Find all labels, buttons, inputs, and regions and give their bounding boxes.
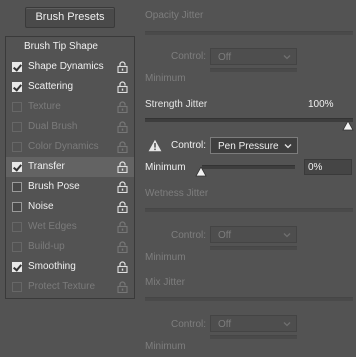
- list-item-protect-texture[interactable]: Protect Texture: [6, 277, 134, 297]
- strength-control-select[interactable]: Pen Pressure: [210, 137, 298, 154]
- checkbox[interactable]: [12, 202, 22, 212]
- lock-icon[interactable]: [117, 161, 128, 173]
- opacity-minimum-slider[interactable]: [210, 68, 297, 72]
- chevron-down-icon: [284, 144, 292, 149]
- opacity-control-label: Control:: [171, 51, 207, 62]
- list-item-label: Wet Edges: [28, 221, 77, 232]
- strength-control-label: Control:: [171, 140, 207, 151]
- list-item-label: Color Dynamics: [28, 141, 99, 152]
- lock-icon[interactable]: [117, 181, 128, 193]
- wetness-minimum-label: Minimum: [145, 252, 186, 263]
- list-item-label: Smoothing: [28, 261, 76, 272]
- checkbox[interactable]: [12, 222, 22, 232]
- list-item-label: Shape Dynamics: [28, 61, 104, 72]
- chevron-down-icon: [283, 55, 291, 60]
- wetness-control-label: Control:: [171, 230, 207, 241]
- wetness-jitter-slider[interactable]: [145, 208, 353, 212]
- mix-jitter-label: Mix Jitter: [145, 277, 185, 288]
- list-item-dual-brush[interactable]: Dual Brush: [6, 117, 134, 137]
- list-item-smoothing[interactable]: Smoothing: [6, 257, 134, 277]
- checkbox[interactable]: [12, 262, 22, 272]
- list-item-shape-dynamics[interactable]: Shape Dynamics: [6, 57, 134, 77]
- list-item-wet-edges[interactable]: Wet Edges: [6, 217, 134, 237]
- chevron-down-icon: [283, 322, 291, 327]
- list-item-brush-tip-shape[interactable]: Brush Tip Shape: [6, 37, 134, 57]
- opacity-control-value: Off: [218, 52, 232, 63]
- list-item-label: Protect Texture: [28, 281, 96, 292]
- list-item-scattering[interactable]: Scattering: [6, 77, 134, 97]
- checkbox[interactable]: [12, 142, 22, 152]
- brush-settings-panel: Brush Presets Brush Tip Shape Shape Dyna…: [0, 0, 356, 357]
- wetness-control-value: Off: [218, 230, 232, 241]
- list-item-brush-pose[interactable]: Brush Pose: [6, 177, 134, 197]
- list-item-transfer[interactable]: Transfer: [6, 157, 134, 177]
- lock-icon[interactable]: [117, 241, 128, 253]
- strength-jitter-value[interactable]: 100%: [308, 99, 334, 110]
- mix-control-value: Off: [218, 319, 232, 330]
- brush-options-list: Brush Tip Shape Shape Dynamics Scattering…: [5, 36, 135, 299]
- wetness-minimum-slider[interactable]: [210, 246, 297, 250]
- lock-icon[interactable]: [117, 121, 128, 133]
- mix-minimum-slider[interactable]: [210, 335, 297, 339]
- mix-control-select[interactable]: Off: [210, 315, 297, 332]
- checkbox[interactable]: [12, 282, 22, 292]
- checkbox[interactable]: [12, 62, 22, 72]
- wetness-jitter-label: Wetness Jitter: [145, 188, 209, 199]
- list-item-label: Brush Tip Shape: [24, 41, 98, 52]
- checkbox[interactable]: [12, 82, 22, 92]
- mix-jitter-slider[interactable]: [145, 297, 353, 301]
- list-item-noise[interactable]: Noise: [6, 197, 134, 217]
- strength-minimum-slider-thumb[interactable]: [195, 167, 207, 177]
- strength-minimum-value[interactable]: 0%: [304, 159, 352, 175]
- strength-minimum-label: Minimum: [145, 162, 186, 173]
- mix-minimum-label: Minimum: [145, 341, 186, 352]
- lock-icon[interactable]: [117, 281, 128, 293]
- list-item-label: Noise: [28, 201, 54, 212]
- opacity-control-select[interactable]: Off: [210, 48, 297, 65]
- list-item-label: Texture: [28, 101, 61, 112]
- opacity-minimum-label: Minimum: [145, 73, 186, 84]
- opacity-jitter-slider[interactable]: [145, 31, 353, 35]
- chevron-down-icon: [283, 233, 291, 238]
- strength-minimum-slider[interactable]: [202, 165, 295, 169]
- list-item-label: Dual Brush: [28, 121, 78, 132]
- mix-control-label: Control:: [171, 319, 207, 330]
- warning-icon: [148, 139, 162, 152]
- checkbox[interactable]: [12, 122, 22, 132]
- checkbox[interactable]: [12, 182, 22, 192]
- wetness-control-select[interactable]: Off: [210, 226, 297, 243]
- lock-icon[interactable]: [117, 61, 128, 73]
- list-item-label: Build-up: [28, 241, 65, 252]
- lock-icon[interactable]: [117, 201, 128, 213]
- lock-icon[interactable]: [117, 101, 128, 113]
- strength-jitter-slider-thumb[interactable]: [342, 121, 354, 131]
- lock-icon[interactable]: [117, 141, 128, 153]
- lock-icon[interactable]: [117, 221, 128, 233]
- list-item-color-dynamics[interactable]: Color Dynamics: [6, 137, 134, 157]
- checkbox[interactable]: [12, 102, 22, 112]
- list-item-label: Transfer: [28, 161, 65, 172]
- list-item-build-up[interactable]: Build-up: [6, 237, 134, 257]
- brush-presets-button[interactable]: Brush Presets: [25, 7, 115, 28]
- lock-icon[interactable]: [117, 81, 128, 93]
- checkbox[interactable]: [12, 162, 22, 172]
- checkbox[interactable]: [12, 242, 22, 252]
- list-item-texture[interactable]: Texture: [6, 97, 134, 117]
- strength-jitter-slider[interactable]: [145, 118, 353, 122]
- opacity-jitter-label: Opacity Jitter: [145, 10, 204, 21]
- list-item-label: Brush Pose: [28, 181, 80, 192]
- list-item-label: Scattering: [28, 81, 74, 92]
- strength-jitter-label: Strength Jitter: [145, 99, 208, 110]
- lock-icon[interactable]: [117, 261, 128, 273]
- strength-control-value: Pen Pressure: [218, 141, 279, 152]
